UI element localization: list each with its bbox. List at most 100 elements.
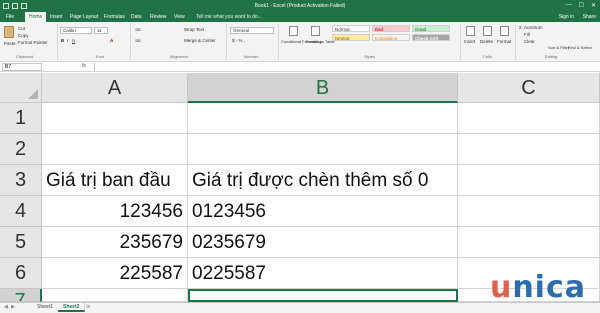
tell-me-search[interactable]: Tell me what you want to do... — [196, 14, 262, 20]
font-name-select[interactable]: Calibri — [60, 27, 92, 34]
style-bad[interactable]: Bad — [372, 25, 410, 32]
sign-in-link[interactable]: Sign in — [559, 14, 574, 20]
format-cells-icon[interactable] — [500, 26, 509, 36]
cell-b5[interactable]: 0235679 — [188, 227, 458, 258]
style-good[interactable]: Good — [412, 25, 450, 32]
close-button[interactable]: ✕ — [591, 2, 596, 9]
align-left-icon[interactable]: ≡≡≡ — [135, 38, 141, 43]
sheet-tab-sheet2[interactable]: Sheet2 — [58, 303, 86, 312]
cell-b1[interactable] — [188, 103, 458, 134]
insert-cells-button[interactable]: Insert — [464, 39, 475, 44]
tab-page-layout[interactable]: Page Layout — [70, 14, 98, 20]
delete-cells-icon[interactable] — [483, 26, 492, 36]
add-sheet-icon[interactable]: ⊕ — [86, 304, 90, 310]
column-header-c[interactable]: C — [458, 73, 600, 103]
cell-a5[interactable]: 235679 — [42, 227, 188, 258]
cells-group-label: Cells — [483, 54, 492, 59]
cell-b2[interactable] — [188, 134, 458, 165]
merge-center-button[interactable]: Merge & Center — [184, 38, 216, 43]
sheet-tab-sheet1[interactable]: Sheet1 — [32, 303, 59, 312]
cell-b3[interactable]: Giá trị được chèn thêm số 0 — [188, 165, 458, 196]
tab-home[interactable]: Home — [25, 12, 47, 22]
cell-c5[interactable] — [458, 227, 600, 258]
style-neutral[interactable]: Neutral — [332, 34, 370, 41]
select-all-button[interactable] — [0, 73, 42, 103]
style-normal[interactable]: Normal — [332, 25, 370, 32]
cut-button[interactable]: Cut — [18, 26, 25, 31]
row-header-6[interactable]: 6 — [0, 258, 42, 289]
insert-function-icon[interactable]: fx — [82, 63, 86, 69]
style-calculation[interactable]: Calculation — [372, 34, 410, 41]
row-header-3[interactable]: 3 — [0, 165, 42, 196]
cell-a1[interactable] — [42, 103, 188, 134]
delete-cells-button[interactable]: Delete — [480, 39, 493, 44]
italic-icon[interactable]: I — [67, 38, 68, 43]
cell-a3[interactable]: Giá trị ban đầu — [42, 165, 188, 196]
window-title: Book1 - Excel (Product Activation Failed… — [254, 3, 346, 9]
paste-icon[interactable] — [4, 26, 14, 38]
find-select-button[interactable]: Find & Select — [568, 45, 592, 50]
share-button[interactable]: Share — [583, 14, 596, 20]
tab-review[interactable]: Review — [150, 14, 166, 20]
currency-icon[interactable]: $ - % , — [232, 38, 245, 43]
row-header-1[interactable]: 1 — [0, 103, 42, 134]
autosum-icon[interactable]: Σ — [519, 25, 522, 30]
tab-insert[interactable]: Insert — [50, 14, 63, 20]
ribbon-separator — [460, 24, 461, 60]
cell-a7[interactable] — [42, 289, 188, 302]
font-group-label: Font — [96, 54, 105, 59]
fill-button[interactable]: Fill — [524, 32, 530, 37]
cell-c3[interactable] — [458, 165, 600, 196]
autosum-button[interactable]: AutoSum — [524, 25, 543, 30]
sort-filter-button[interactable]: Sort & Filter — [548, 45, 569, 50]
cell-a6[interactable]: 225587 — [42, 258, 188, 289]
clear-button[interactable]: Clear — [524, 39, 535, 44]
sheet-prev-icon[interactable]: ◀ — [4, 304, 8, 310]
unica-watermark-logo: unica — [489, 270, 586, 305]
tab-formulas[interactable]: Formulas — [104, 14, 125, 20]
paste-button[interactable]: Paste — [4, 41, 16, 46]
align-top-icon[interactable]: ≡≡≡ — [135, 27, 141, 32]
cell-a2[interactable] — [42, 134, 188, 165]
format-table-icon[interactable] — [311, 26, 320, 36]
wrap-text-button[interactable]: Wrap Text — [184, 27, 204, 32]
conditional-formatting-icon[interactable] — [289, 26, 298, 36]
style-check-cell[interactable]: Check Cell — [412, 34, 450, 41]
font-color-icon[interactable]: A — [110, 38, 113, 43]
select-all-icon — [28, 89, 38, 99]
tab-view[interactable]: View — [174, 14, 185, 20]
cell-a4[interactable]: 123456 — [42, 196, 188, 227]
cell-b4[interactable]: 0123456 — [188, 196, 458, 227]
sheet-tab-bar: ◀ ▶ Sheet1 Sheet2 ⊕ — [0, 302, 600, 313]
column-header-a[interactable]: A — [42, 73, 188, 103]
font-size-select[interactable]: 11 — [94, 27, 108, 34]
minimize-button[interactable]: — — [566, 2, 572, 9]
cell-b6[interactable]: 0225587 — [188, 258, 458, 289]
format-cells-button[interactable]: Format — [497, 39, 511, 44]
tab-file[interactable]: File — [6, 14, 14, 20]
bold-icon[interactable]: B — [61, 38, 64, 43]
number-format-select[interactable]: General — [230, 27, 274, 34]
cell-c2[interactable] — [458, 134, 600, 165]
underline-icon[interactable]: U — [72, 38, 75, 43]
sheet-next-icon[interactable]: ▶ — [11, 304, 15, 310]
row-header-2[interactable]: 2 — [0, 134, 42, 165]
maximize-button[interactable]: ☐ — [579, 2, 584, 9]
format-painter-button[interactable]: Format Painter — [18, 40, 48, 45]
format-as-table-button[interactable]: Format as Table — [306, 39, 335, 44]
tab-data[interactable]: Data — [131, 14, 142, 20]
ribbon-separator — [515, 24, 516, 60]
copy-button[interactable]: Copy — [18, 33, 29, 38]
cell-c1[interactable] — [458, 103, 600, 134]
cell-b7-active[interactable] — [188, 289, 458, 302]
formula-bar: B7 fx — [0, 62, 600, 72]
cell-c4[interactable] — [458, 196, 600, 227]
editing-group-label: Editing — [545, 54, 558, 59]
name-box[interactable]: B7 — [2, 63, 42, 71]
row-header-7[interactable]: 7 — [0, 289, 42, 302]
styles-group-label: Styles — [364, 54, 375, 59]
row-header-4[interactable]: 4 — [0, 196, 42, 227]
row-header-5[interactable]: 5 — [0, 227, 42, 258]
column-header-b[interactable]: B — [188, 73, 458, 103]
insert-cells-icon[interactable] — [466, 26, 475, 36]
